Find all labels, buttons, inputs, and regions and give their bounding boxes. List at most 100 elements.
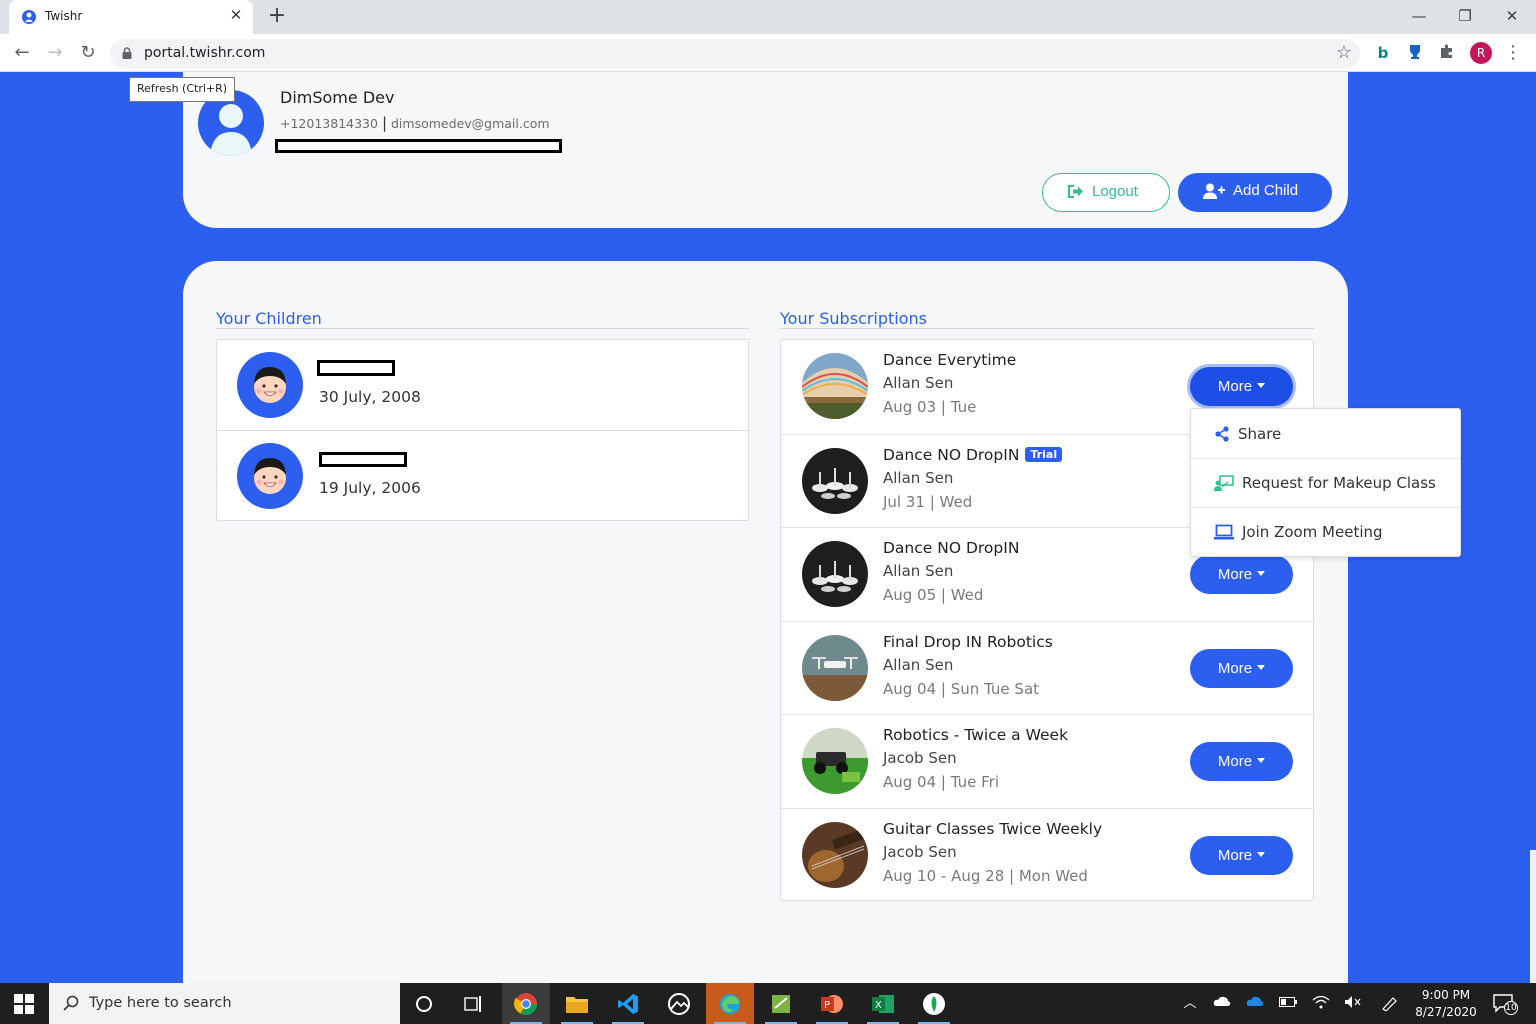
child-avatar — [237, 352, 303, 418]
file-explorer-icon[interactable] — [553, 983, 601, 1024]
wifi-icon[interactable] — [1312, 995, 1330, 1013]
taskbar-search-box[interactable]: Type here to search — [49, 983, 400, 1024]
caret-down-icon — [1257, 571, 1266, 577]
dropdown-label: Request for Makeup Class — [1242, 474, 1436, 492]
forward-icon[interactable]: → — [42, 40, 68, 66]
back-icon[interactable]: ← — [9, 40, 35, 66]
scrollbar[interactable] — [1530, 850, 1536, 983]
new-tab-icon[interactable]: + — [266, 5, 288, 27]
dropdown-label: Share — [1238, 424, 1282, 443]
user-phone: +12013814330 — [280, 116, 378, 131]
trophy-extension-icon[interactable] — [1405, 43, 1425, 63]
subscription-teacher: Allan Sen — [883, 562, 954, 581]
subscription-name: Robotics - Twice a Week — [883, 726, 1068, 744]
taskbar-clock[interactable]: 9:00 PM 8/27/2020 — [1406, 987, 1486, 1021]
more-button[interactable]: More — [1190, 555, 1293, 595]
dropdown-item-makeup-class[interactable]: Request for Makeup Class — [1191, 458, 1460, 507]
child-row[interactable]: 19 July, 2006 — [217, 430, 748, 520]
add-child-label: Add Child — [1233, 182, 1299, 199]
browser-tab[interactable]: Twishr ✕ — [9, 0, 253, 34]
excel-icon[interactable]: X — [859, 983, 907, 1024]
subscription-schedule: Aug 03 | Tue — [883, 398, 977, 416]
subscription-schedule: Aug 04 | Sun Tue Sat — [883, 679, 1040, 698]
notification-count-badge: 10 — [1504, 1001, 1518, 1015]
puzzle-extensions-icon[interactable] — [1437, 43, 1457, 63]
logout-button[interactable]: Logout — [1042, 173, 1170, 212]
makeup-class-icon — [1214, 475, 1234, 491]
svg-text:P: P — [824, 1000, 830, 1011]
pen-workspace-icon[interactable] — [1381, 995, 1399, 1013]
subscription-row[interactable]: Guitar Classes Twice Weekly Jacob Sen Au… — [781, 808, 1313, 902]
subscription-teacher: Jacob Sen — [883, 843, 957, 861]
dropdown-label: Join Zoom Meeting — [1242, 523, 1383, 541]
dropdown-item-join-zoom[interactable]: Join Zoom Meeting — [1191, 507, 1460, 556]
robotics-thumbnail — [802, 728, 868, 795]
restore-icon[interactable]: ❐ — [1450, 4, 1480, 28]
more-button[interactable]: More — [1190, 648, 1293, 688]
ballet-thumbnail — [802, 447, 868, 514]
cortana-icon[interactable] — [400, 983, 448, 1024]
battery-icon[interactable] — [1279, 995, 1297, 1013]
bing-icon[interactable]: b — [1373, 43, 1393, 63]
more-button[interactable]: More — [1190, 836, 1293, 875]
more-button[interactable]: More — [1190, 742, 1293, 782]
drone-thumbnail — [802, 634, 868, 701]
subscription-teacher: Allan Sen — [883, 655, 954, 674]
volume-icon[interactable] — [1344, 995, 1362, 1013]
url-text: portal.twishr.com — [144, 45, 266, 61]
subscription-row[interactable]: Final Drop IN Robotics Allan Sen Aug 04 … — [781, 620, 1313, 715]
ballet-thumbnail — [802, 541, 868, 608]
star-icon[interactable]: ☆ — [1336, 42, 1352, 63]
children-divider — [216, 328, 749, 329]
subscription-name: Final Drop IN Robotics — [883, 633, 1053, 651]
caret-down-icon — [1257, 852, 1266, 857]
window-close-icon[interactable]: ✕ — [1497, 4, 1527, 28]
more-label: More — [1217, 566, 1253, 584]
vscode-icon[interactable] — [604, 983, 652, 1024]
notepad-app-icon[interactable] — [757, 983, 805, 1024]
logout-icon — [1068, 185, 1083, 198]
subscription-schedule: Aug 05 | Wed — [883, 586, 984, 605]
edge-icon[interactable] — [706, 983, 754, 1024]
user-contact: +12013814330 | dimsomedev@gmail.com — [280, 114, 550, 132]
clock-time: 9:00 PM — [1421, 988, 1471, 1002]
add-user-icon — [1203, 183, 1225, 199]
redacted-child-name — [319, 452, 407, 467]
minimize-icon[interactable]: — — [1404, 4, 1434, 28]
task-view-icon[interactable] — [450, 983, 498, 1024]
onedrive-business-icon[interactable] — [1246, 995, 1264, 1013]
tab-close-icon[interactable]: ✕ — [227, 6, 245, 24]
subscriptions-divider — [780, 328, 1314, 329]
subscription-teacher: Allan Sen — [883, 374, 954, 392]
more-button[interactable]: More — [1190, 367, 1293, 406]
address-bar[interactable]: portal.twishr.com ☆ — [110, 39, 1360, 68]
more-label: More — [1217, 753, 1253, 771]
tray-overflow-icon[interactable]: ︿ — [1181, 995, 1199, 1013]
subscription-name: Dance NO DropIN — [883, 539, 1019, 557]
chrome-taskbar-icon[interactable] — [502, 983, 550, 1024]
profile-avatar[interactable]: R — [1470, 42, 1492, 64]
add-child-button[interactable]: Add Child — [1178, 173, 1332, 212]
trial-badge: Trial — [1025, 446, 1063, 462]
caret-down-icon — [1257, 383, 1266, 388]
child-dob: 30 July, 2008 — [319, 388, 421, 406]
subscription-row[interactable]: Robotics - Twice a Week Jacob Sen Aug 04… — [781, 714, 1313, 808]
subscription-name: Dance NO DropIN Trial — [883, 446, 1063, 464]
onedrive-personal-icon[interactable] — [1213, 995, 1231, 1013]
menu-dots-icon[interactable]: ⋮ — [1504, 42, 1522, 64]
child-row[interactable]: 30 July, 2008 — [217, 340, 748, 430]
subscription-schedule: Jul 31 | Wed — [883, 492, 973, 511]
powerpoint-icon[interactable]: P — [808, 983, 856, 1024]
caret-down-icon — [1257, 664, 1266, 670]
photos-app-icon[interactable] — [655, 983, 703, 1024]
subscription-name: Guitar Classes Twice Weekly — [883, 820, 1102, 838]
dropdown-item-share[interactable]: Share — [1191, 409, 1460, 458]
search-icon — [63, 995, 79, 1011]
user-email: dimsomedev@gmail.com — [391, 116, 550, 131]
reload-icon[interactable]: ↻ — [75, 40, 101, 66]
more-label: More — [1217, 659, 1253, 677]
windows-start-icon[interactable] — [14, 994, 34, 1014]
children-title: Your Children — [216, 309, 322, 328]
mongodb-compass-icon[interactable] — [910, 983, 958, 1024]
subscription-teacher: Allan Sen — [883, 468, 954, 487]
